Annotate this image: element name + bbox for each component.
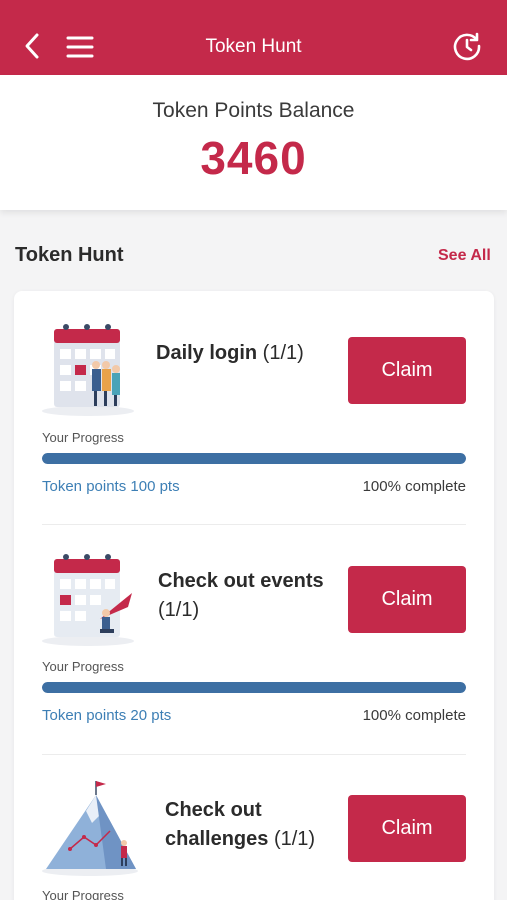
mountain-flag-illustration	[42, 781, 138, 876]
history-icon[interactable]	[452, 31, 482, 61]
balance-label: Token Points Balance	[152, 99, 355, 122]
task-count: (1/1)	[268, 828, 316, 850]
progress-fill	[42, 453, 466, 464]
percent-complete: 100% complete	[362, 478, 466, 495]
divider	[42, 524, 466, 525]
task-name-line1: Check out	[165, 799, 262, 821]
progress-label: Your Progress	[42, 888, 124, 900]
claim-button[interactable]: Claim	[348, 566, 466, 633]
task-name: Check out events	[158, 570, 324, 592]
calendar-people-illustration	[42, 324, 134, 416]
top-app-bar: Token Hunt	[0, 0, 507, 75]
balance-panel: Token Points Balance 3460	[0, 75, 507, 210]
task-count: (1/1)	[158, 599, 200, 621]
progress-bar	[42, 682, 466, 693]
page-title: Token Hunt	[205, 36, 302, 57]
percent-complete: 100% complete	[362, 707, 466, 724]
see-all-link[interactable]: See All	[438, 247, 491, 265]
claim-button[interactable]: Claim	[348, 795, 466, 862]
divider	[42, 754, 466, 755]
token-hunt-card: Daily login (1/1) Claim Your Progress To…	[14, 291, 494, 900]
task-title: Check out events (1/1)	[158, 567, 324, 625]
claim-button[interactable]: Claim	[348, 337, 466, 404]
calendar-event-illustration	[42, 554, 134, 646]
points-text: Token points 100 pts	[42, 478, 180, 495]
progress-fill	[42, 682, 466, 693]
progress-label: Your Progress	[42, 659, 124, 674]
balance-value: 3460	[200, 132, 307, 184]
task-count: (1/1)	[257, 342, 304, 364]
points-text: Token points 20 pts	[42, 707, 172, 724]
task-title: Daily login (1/1)	[156, 339, 304, 368]
progress-bar	[42, 453, 466, 464]
task-name-line2: challenges	[165, 828, 269, 850]
section-title: Token Hunt	[15, 244, 124, 266]
progress-label: Your Progress	[42, 430, 124, 445]
task-title: Check out challenges (1/1)	[165, 796, 315, 854]
task-name: Daily login	[156, 342, 258, 364]
